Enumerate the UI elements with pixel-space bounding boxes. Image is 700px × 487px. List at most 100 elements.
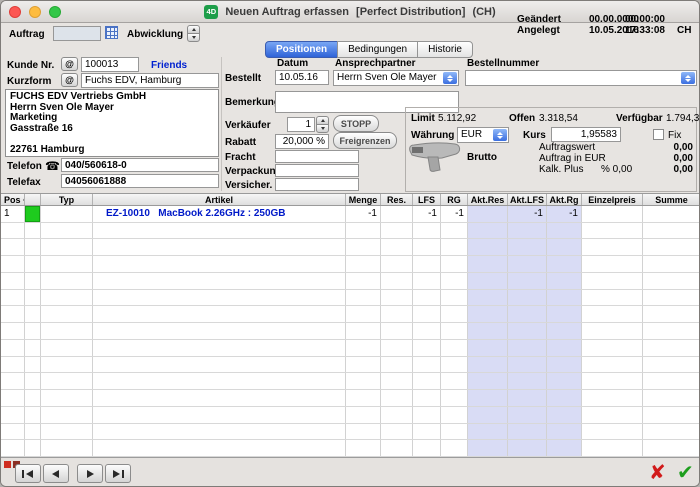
cell-akt_lfs — [508, 390, 547, 406]
versicher-input[interactable] — [275, 178, 359, 191]
auftragswert-value: 0,00 — [631, 142, 693, 153]
cell-lfs — [413, 239, 441, 255]
table-row-empty[interactable] — [1, 440, 700, 457]
column-header-rg[interactable]: RG — [441, 194, 468, 205]
address-line: FUCHS EDV Vertriebs GmbH — [10, 92, 214, 103]
verpackung-input[interactable] — [275, 164, 359, 177]
table-row-empty[interactable] — [1, 323, 700, 340]
fix-checkbox[interactable] — [653, 129, 664, 140]
friends-link[interactable]: Friends — [151, 60, 187, 71]
cell-color — [25, 323, 41, 339]
cell-res — [381, 390, 413, 406]
cell-res — [381, 206, 413, 222]
cell-res — [381, 223, 413, 239]
cell-akt_lfs — [508, 340, 547, 356]
cell-artikel — [93, 273, 346, 289]
freigrenzen-button[interactable]: Freigrenzen — [333, 132, 397, 149]
cell-artikel — [93, 424, 346, 440]
nav-first-button[interactable] — [15, 464, 41, 483]
kurzform-input[interactable] — [81, 73, 219, 88]
cell-res — [381, 256, 413, 272]
column-header-color[interactable] — [25, 194, 41, 205]
verkaeufer-stepper[interactable] — [316, 116, 329, 133]
combo-arrows-icon[interactable] — [443, 72, 457, 84]
datum-input[interactable] — [275, 70, 329, 85]
telefax-input[interactable] — [61, 174, 219, 188]
column-header-einzelpreis[interactable]: Einzelpreis — [582, 194, 643, 205]
cell-akt_rg — [547, 424, 582, 440]
cell-rg — [441, 323, 468, 339]
cell-color — [25, 407, 41, 423]
cell-menge — [346, 424, 381, 440]
column-header-akt_rg[interactable]: Akt.Rg — [547, 194, 582, 205]
nav-previous-button[interactable] — [43, 464, 69, 483]
table-row-empty[interactable] — [1, 407, 700, 424]
column-header-menge[interactable]: Menge — [346, 194, 381, 205]
kunde-lookup-button[interactable]: @ — [61, 57, 78, 71]
cancel-button[interactable]: ✘ — [649, 460, 666, 485]
cell-res — [381, 273, 413, 289]
column-header-pos[interactable]: Pos ^ — [1, 194, 25, 205]
table-row-empty[interactable] — [1, 357, 700, 374]
table-row-empty[interactable] — [1, 223, 700, 240]
cell-akt_lfs — [508, 424, 547, 440]
stepper-up-icon[interactable] — [316, 116, 329, 124]
nav-last-button[interactable] — [105, 464, 131, 483]
table-header-row: Pos ^TypArtikelMengeRes.LFSRGAkt.ResAkt.… — [1, 193, 700, 206]
combo-arrows-icon[interactable] — [493, 129, 507, 141]
cell-typ — [41, 407, 93, 423]
ok-button[interactable]: ✔ — [677, 460, 694, 485]
stepper-down-icon[interactable] — [316, 124, 329, 133]
stepper-up-icon[interactable] — [187, 25, 200, 33]
column-header-akt_lfs[interactable]: Akt.LFS — [508, 194, 547, 205]
footer-bar: ✘ ✔ — [1, 457, 700, 487]
column-header-lfs[interactable]: LFS — [413, 194, 441, 205]
rabatt-input[interactable] — [275, 134, 329, 149]
kurs-input[interactable] — [551, 127, 621, 142]
telefon-input[interactable] — [61, 158, 219, 172]
kunde-nr-input[interactable] — [81, 57, 139, 72]
stopp-button[interactable]: STOPP — [333, 115, 379, 132]
cell-pos: 1 — [1, 206, 25, 222]
column-header-summe[interactable]: Summe — [643, 194, 700, 205]
tab-bedingungen[interactable]: Bedingungen — [337, 41, 418, 58]
close-window-button[interactable] — [9, 6, 21, 18]
table-row-empty[interactable] — [1, 256, 700, 273]
table-row-empty[interactable] — [1, 273, 700, 290]
cell-akt_res — [468, 407, 508, 423]
table-row[interactable]: 1EZ-10010 MacBook 2.26GHz : 250GB-1-1-1-… — [1, 206, 700, 223]
combo-arrows-icon[interactable] — [681, 72, 695, 84]
tab-historie[interactable]: Historie — [417, 41, 473, 58]
zoom-window-button[interactable] — [49, 6, 61, 18]
table-row-empty[interactable] — [1, 306, 700, 323]
tab-positionen[interactable]: Positionen — [265, 41, 338, 58]
table-row-empty[interactable] — [1, 390, 700, 407]
column-header-res[interactable]: Res. — [381, 194, 413, 205]
table-row-empty[interactable] — [1, 373, 700, 390]
minimize-window-button[interactable] — [29, 6, 41, 18]
fracht-input[interactable] — [275, 150, 359, 163]
stepper-down-icon[interactable] — [187, 33, 200, 42]
waehrung-select[interactable]: EUR — [457, 127, 509, 143]
cell-artikel — [93, 373, 346, 389]
cell-summe — [643, 239, 700, 255]
table-row-empty[interactable] — [1, 340, 700, 357]
ansprechpartner-select[interactable]: Herrn Sven Ole Mayer — [333, 70, 459, 86]
auftrag-input[interactable] — [53, 26, 101, 41]
abwicklung-stepper[interactable] — [187, 25, 200, 42]
table-row-empty[interactable] — [1, 239, 700, 256]
address-textarea[interactable]: FUCHS EDV Vertriebs GmbH Herrn Sven Ole … — [5, 89, 219, 157]
kurzform-lookup-button[interactable]: @ — [61, 73, 78, 87]
lookup-grid-icon[interactable] — [105, 26, 118, 39]
verkaeufer-input[interactable] — [287, 117, 315, 132]
table-row-empty[interactable] — [1, 424, 700, 441]
app-window: 4D Neuen Auftrag erfassen [Perfect Distr… — [0, 0, 700, 487]
nav-next-button[interactable] — [77, 464, 103, 483]
positions-table[interactable]: 1EZ-10010 MacBook 2.26GHz : 250GB-1-1-1-… — [1, 206, 700, 457]
bestellnummer-select[interactable] — [465, 70, 697, 86]
column-header-akt_res[interactable]: Akt.Res — [468, 194, 508, 205]
column-header-typ[interactable]: Typ — [41, 194, 93, 205]
table-row-empty[interactable] — [1, 290, 700, 307]
cell-artikel — [93, 239, 346, 255]
column-header-artikel[interactable]: Artikel — [93, 194, 346, 205]
